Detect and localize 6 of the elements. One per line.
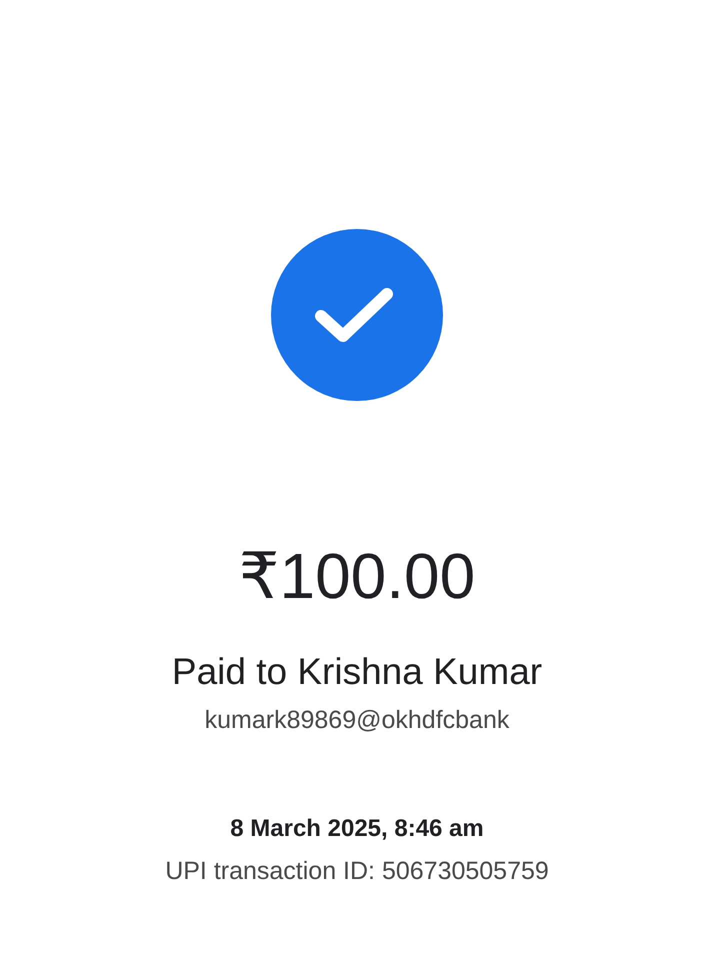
payee-name: Paid to Krishna Kumar — [172, 650, 542, 694]
check-icon — [315, 288, 393, 342]
amount: ₹100.00 — [238, 539, 476, 614]
upi-id: kumark89869@okhdfcbank — [204, 705, 510, 736]
transaction-date: 8 March 2025, 8:46 am — [230, 814, 484, 844]
transaction-id: UPI transaction ID: 506730505759 — [165, 856, 549, 887]
